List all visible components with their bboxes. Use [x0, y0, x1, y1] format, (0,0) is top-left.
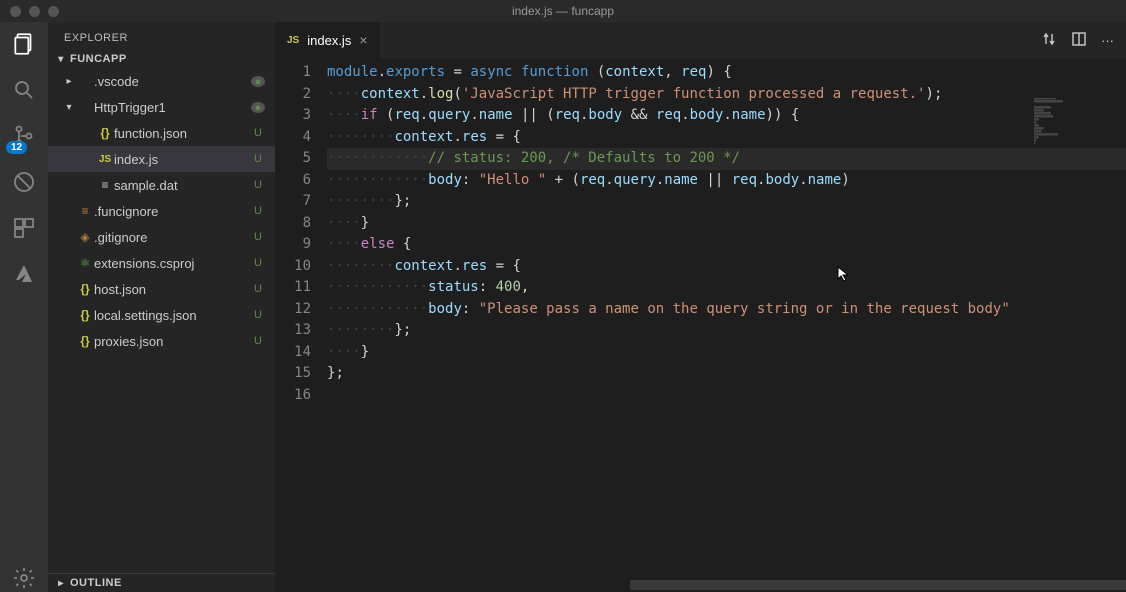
window-controls[interactable]	[0, 6, 59, 17]
title-bar: index.js — funcapp	[0, 0, 1126, 22]
git-status: U	[251, 283, 265, 295]
code-editor[interactable]: 12345678910111213141516 module.exports =…	[275, 58, 1126, 592]
compare-icon[interactable]	[1041, 31, 1057, 50]
outline-header[interactable]: ▸ OUTLINE	[48, 573, 275, 592]
file-label: .gitignore	[94, 230, 251, 245]
azure-icon[interactable]	[10, 260, 38, 288]
file-icon: ◈	[76, 230, 94, 244]
editor-actions: ···	[1041, 22, 1126, 58]
file-tree: ▸.vscode●▾HttpTrigger1●{}function.jsonUJ…	[48, 68, 275, 573]
file-label: .vscode	[94, 74, 251, 89]
close-window-icon[interactable]	[10, 6, 21, 17]
file-tree-item[interactable]: {}proxies.jsonU	[48, 328, 275, 354]
file-label: proxies.json	[94, 334, 251, 349]
file-tree-item[interactable]: ▾ HttpTrigger1●	[48, 94, 275, 120]
file-icon: ⚛	[76, 256, 94, 270]
git-status: U	[251, 257, 265, 269]
tab-label: index.js	[307, 33, 351, 48]
chevron-right-icon: ▸	[56, 578, 66, 589]
git-status: U	[251, 179, 265, 191]
git-status: ●	[251, 76, 265, 87]
file-label: .funcignore	[94, 204, 251, 219]
file-tree-item[interactable]: {}local.settings.jsonU	[48, 302, 275, 328]
maximize-window-icon[interactable]	[48, 6, 59, 17]
file-label: HttpTrigger1	[94, 100, 251, 115]
explorer-title: EXPLORER	[48, 22, 275, 50]
git-status: U	[251, 309, 265, 321]
git-status: U	[251, 205, 265, 217]
scm-badge: 12	[6, 141, 27, 154]
js-icon: JS	[287, 35, 299, 46]
project-name: FUNCAPP	[70, 53, 127, 65]
file-label: host.json	[94, 282, 251, 297]
file-tree-item[interactable]: JSindex.jsU	[48, 146, 275, 172]
tab-index-js[interactable]: JS index.js ×	[275, 22, 381, 58]
file-tree-item[interactable]: ▸ .vscode●	[48, 68, 275, 94]
file-tree-item[interactable]: {}host.jsonU	[48, 276, 275, 302]
file-tree-item[interactable]: {}function.jsonU	[48, 120, 275, 146]
file-icon: {}	[96, 126, 114, 140]
minimize-window-icon[interactable]	[29, 6, 40, 17]
line-numbers: 12345678910111213141516	[275, 58, 327, 592]
tab-bar: JS index.js × ···	[275, 22, 1126, 58]
editor-area: JS index.js × ··· 1234567891011121314151…	[275, 22, 1126, 592]
file-icon: {}	[76, 334, 94, 348]
file-icon: {}	[76, 282, 94, 296]
extensions-icon[interactable]	[10, 214, 38, 242]
file-label: index.js	[114, 152, 251, 167]
twist-icon: ▸	[62, 76, 76, 87]
activity-bar: 12	[0, 22, 48, 592]
search-icon[interactable]	[10, 76, 38, 104]
more-actions-icon[interactable]: ···	[1101, 33, 1114, 48]
file-tree-item[interactable]: ◈.gitignoreU	[48, 224, 275, 250]
git-status: U	[251, 153, 265, 165]
git-status: U	[251, 231, 265, 243]
source-control-icon[interactable]: 12	[10, 122, 38, 150]
debug-icon[interactable]	[10, 168, 38, 196]
file-icon: {}	[76, 308, 94, 322]
git-status: U	[251, 335, 265, 347]
file-icon: JS	[96, 154, 114, 165]
file-icon: ≡	[76, 204, 94, 218]
window-title: index.js — funcapp	[512, 4, 614, 18]
horizontal-scrollbar[interactable]	[630, 580, 1126, 590]
code-lines[interactable]: module.exports = async function (context…	[327, 58, 1126, 592]
sidebar: EXPLORER ▾ FUNCAPP ▸.vscode●▾HttpTrigger…	[48, 22, 275, 592]
git-status: U	[251, 127, 265, 139]
chevron-down-icon: ▾	[56, 54, 66, 65]
project-header[interactable]: ▾ FUNCAPP	[48, 50, 275, 68]
file-label: local.settings.json	[94, 308, 251, 323]
close-tab-icon[interactable]: ×	[359, 32, 367, 48]
file-tree-item[interactable]: ≡.funcignoreU	[48, 198, 275, 224]
twist-icon: ▾	[62, 102, 76, 113]
file-tree-item[interactable]: ≡sample.datU	[48, 172, 275, 198]
file-label: extensions.csproj	[94, 256, 251, 271]
settings-gear-icon[interactable]	[10, 564, 38, 592]
split-editor-icon[interactable]	[1071, 31, 1087, 50]
minimap[interactable]: ████████████████████████████████████████…	[1034, 98, 1114, 168]
outline-label: OUTLINE	[70, 577, 122, 589]
file-label: sample.dat	[114, 178, 251, 193]
git-status: ●	[251, 102, 265, 113]
file-icon: ≡	[96, 178, 114, 192]
file-tree-item[interactable]: ⚛extensions.csprojU	[48, 250, 275, 276]
explorer-icon[interactable]	[10, 30, 38, 58]
file-label: function.json	[114, 126, 251, 141]
